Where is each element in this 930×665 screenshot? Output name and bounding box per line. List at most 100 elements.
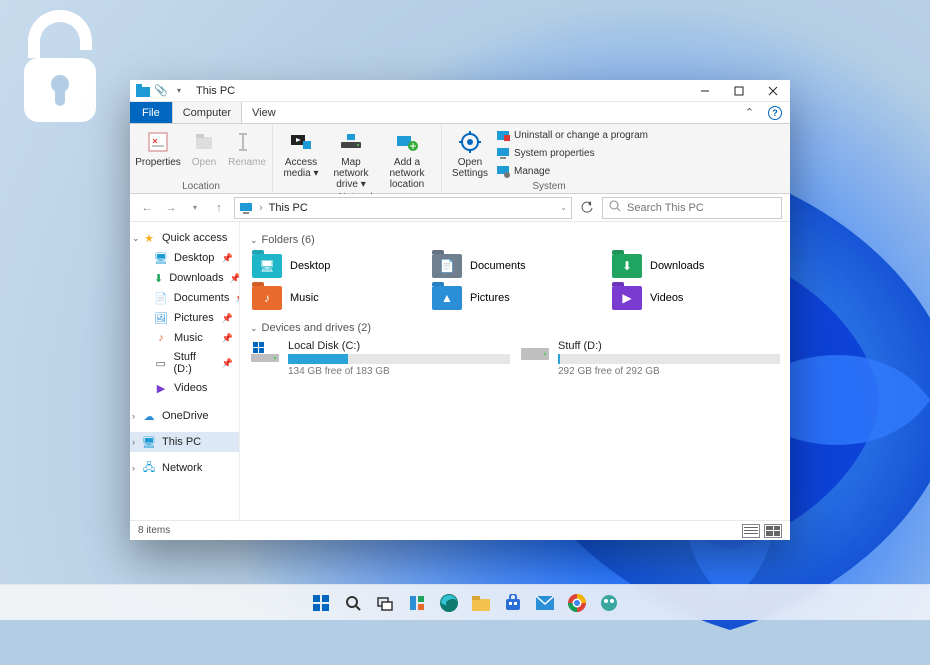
lock-overlay-icon bbox=[10, 10, 110, 135]
chevron-down-icon[interactable]: ⌄ bbox=[250, 323, 258, 334]
drive-item[interactable]: Stuff (D:) 292 GB free of 292 GB bbox=[520, 340, 780, 377]
system-properties-button[interactable]: System properties bbox=[494, 145, 650, 161]
drive-icon: ▭ bbox=[154, 356, 168, 370]
taskbar-search-button[interactable] bbox=[341, 591, 365, 615]
folder-item-videos[interactable]: ▶ Videos bbox=[610, 284, 780, 312]
up-button[interactable]: ↑ bbox=[210, 199, 228, 217]
app-button[interactable] bbox=[597, 591, 621, 615]
this-pc-icon: 🖥 bbox=[142, 435, 156, 449]
taskbar[interactable] bbox=[0, 584, 930, 620]
navigation-pane[interactable]: ⌄ ★ Quick access 🖥Desktop📌 ⬇Downloads📌 📄… bbox=[130, 222, 240, 520]
music-icon: ♪ bbox=[154, 331, 168, 345]
minimize-button[interactable] bbox=[688, 80, 722, 102]
task-view-button[interactable] bbox=[373, 591, 397, 615]
maximize-button[interactable] bbox=[722, 80, 756, 102]
sidebar-item-downloads[interactable]: ⬇Downloads📌 bbox=[130, 268, 239, 288]
forward-button[interactable]: → bbox=[162, 199, 180, 217]
address-bar[interactable]: › This PC ⌄ bbox=[234, 197, 572, 219]
folder-label: Downloads bbox=[650, 260, 704, 272]
large-icons-view-button[interactable] bbox=[764, 524, 782, 538]
downloads-icon: ⬇ bbox=[154, 271, 163, 285]
sidebar-this-pc[interactable]: ›🖥This PC bbox=[130, 432, 239, 452]
sidebar-item-documents[interactable]: 📄Documents📌 bbox=[130, 288, 239, 308]
sidebar-network[interactable]: ›🖧Network bbox=[130, 458, 239, 478]
manage-button[interactable]: Manage bbox=[494, 163, 650, 179]
chevron-right-icon[interactable]: › bbox=[132, 437, 135, 447]
drive-item[interactable]: Local Disk (C:) 134 GB free of 183 GB bbox=[250, 340, 510, 377]
properties-button[interactable]: Properties bbox=[136, 127, 180, 179]
qat-dropdown-icon[interactable]: ▾ bbox=[172, 84, 186, 98]
file-explorer-window: 📎 ▾ This PC File Computer View ⌃ ? Prope… bbox=[130, 80, 790, 540]
folder-label: Videos bbox=[650, 292, 683, 304]
recent-locations-button[interactable]: ▾ bbox=[186, 199, 204, 217]
refresh-button[interactable] bbox=[578, 199, 596, 217]
system-properties-icon bbox=[496, 146, 510, 160]
folder-item-downloads[interactable]: ⬇ Downloads bbox=[610, 252, 780, 280]
cloud-icon: ☁ bbox=[142, 409, 156, 423]
folder-label: Documents bbox=[470, 260, 526, 272]
content-pane[interactable]: ⌄ Folders (6) 🖥 Desktop 📄 Documents ⬇ Do… bbox=[240, 222, 790, 520]
sidebar-quick-access[interactable]: ⌄ ★ Quick access bbox=[130, 228, 239, 248]
sidebar-item-stuff-d[interactable]: ▭Stuff (D:)📌 bbox=[130, 348, 239, 378]
details-view-button[interactable] bbox=[742, 524, 760, 538]
folder-item-documents[interactable]: 📄 Documents bbox=[430, 252, 600, 280]
mail-button[interactable] bbox=[533, 591, 557, 615]
open-settings-button[interactable]: Open Settings bbox=[448, 127, 492, 179]
folder-icon: ⬇ bbox=[612, 254, 642, 278]
tab-computer[interactable]: Computer bbox=[172, 102, 242, 123]
chevron-down-icon[interactable]: ⌄ bbox=[250, 235, 258, 246]
open-button[interactable]: Open bbox=[182, 127, 226, 179]
sidebar-item-music[interactable]: ♪Music📌 bbox=[130, 328, 239, 348]
ribbon-group-network: Access media ▾ Map network drive ▾ Add a… bbox=[273, 124, 442, 193]
folder-label: Music bbox=[290, 292, 319, 304]
tab-view[interactable]: View bbox=[242, 102, 287, 123]
breadcrumb-chevron-icon[interactable]: › bbox=[259, 202, 263, 214]
drive-name: Local Disk (C:) bbox=[288, 340, 510, 352]
chrome-button[interactable] bbox=[565, 591, 589, 615]
desktop-icon: 🖥 bbox=[154, 251, 168, 265]
rename-button[interactable]: Rename bbox=[228, 127, 266, 179]
widgets-button[interactable] bbox=[405, 591, 429, 615]
breadcrumb[interactable]: This PC bbox=[269, 202, 308, 214]
sidebar-item-videos[interactable]: ▶Videos bbox=[130, 378, 239, 398]
ribbon-tabs: File Computer View ⌃ ? bbox=[130, 102, 790, 124]
back-button[interactable]: ← bbox=[138, 199, 156, 217]
sidebar-onedrive[interactable]: ›☁OneDrive bbox=[130, 406, 239, 426]
chevron-right-icon[interactable]: › bbox=[132, 463, 135, 473]
folder-item-music[interactable]: ♪ Music bbox=[250, 284, 420, 312]
address-row: ← → ▾ ↑ › This PC ⌄ bbox=[130, 194, 790, 222]
folder-icon: ▲ bbox=[432, 286, 462, 310]
close-button[interactable] bbox=[756, 80, 790, 102]
start-button[interactable] bbox=[309, 591, 333, 615]
ribbon-collapse-icon[interactable]: ⌃ bbox=[739, 102, 760, 123]
chevron-right-icon[interactable]: › bbox=[132, 411, 135, 421]
folder-item-pictures[interactable]: ▲ Pictures bbox=[430, 284, 600, 312]
titlebar[interactable]: 📎 ▾ This PC bbox=[130, 80, 790, 102]
pin-icon: 📌 bbox=[222, 358, 233, 369]
pictures-icon: 🖼 bbox=[154, 311, 168, 325]
drive-name: Stuff (D:) bbox=[558, 340, 780, 352]
map-network-drive-button[interactable]: Map network drive ▾ bbox=[325, 127, 377, 190]
edge-button[interactable] bbox=[437, 591, 461, 615]
file-explorer-button[interactable] bbox=[469, 591, 493, 615]
uninstall-program-button[interactable]: Uninstall or change a program bbox=[494, 127, 650, 143]
add-network-location-button[interactable]: Add a network location bbox=[379, 127, 435, 190]
devices-section-header[interactable]: ⌄ Devices and drives (2) bbox=[250, 322, 780, 334]
help-icon[interactable]: ? bbox=[768, 106, 782, 120]
pin-icon: 📌 bbox=[222, 313, 233, 324]
chevron-down-icon[interactable]: ⌄ bbox=[132, 233, 140, 244]
tab-file[interactable]: File bbox=[130, 102, 172, 123]
folders-section-header[interactable]: ⌄ Folders (6) bbox=[250, 234, 780, 246]
sidebar-item-desktop[interactable]: 🖥Desktop📌 bbox=[130, 248, 239, 268]
sidebar-item-pictures[interactable]: 🖼Pictures📌 bbox=[130, 308, 239, 328]
search-box[interactable] bbox=[602, 197, 782, 219]
access-media-button[interactable]: Access media ▾ bbox=[279, 127, 323, 190]
qat-pin-icon[interactable]: 📎 bbox=[154, 84, 168, 98]
drive-icon bbox=[250, 340, 280, 364]
store-button[interactable] bbox=[501, 591, 525, 615]
drive-usage-bar bbox=[558, 354, 780, 364]
folder-item-desktop[interactable]: 🖥 Desktop bbox=[250, 252, 420, 280]
pin-icon: 📌 bbox=[222, 333, 233, 344]
search-input[interactable] bbox=[627, 202, 775, 214]
address-dropdown-icon[interactable]: ⌄ bbox=[560, 203, 567, 212]
